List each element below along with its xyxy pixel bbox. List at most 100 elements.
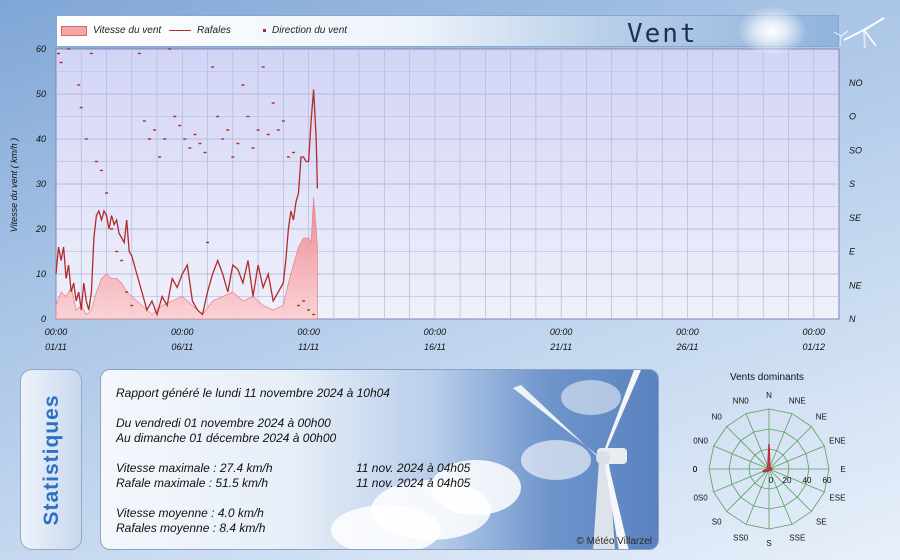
direction-marker (193, 133, 197, 136)
direction-marker (147, 138, 151, 140)
y2-tick-label: N (849, 314, 856, 324)
max-gust: Rafale maximale : 51.5 km/h (116, 476, 269, 490)
direction-marker (178, 124, 182, 127)
rose-ring-label: 60 (823, 476, 832, 485)
avg-speed: Vitesse moyenne : 4.0 km/h (116, 506, 264, 520)
rose-direction-label: 0S0 (693, 493, 708, 502)
rose-direction-label: N (766, 391, 772, 400)
x-tick-date: 01/11 (45, 342, 67, 352)
direction-swatch (263, 29, 266, 32)
direction-marker (211, 66, 215, 68)
direction-marker (216, 115, 220, 118)
x-tick-date: 06/11 (171, 342, 193, 352)
direction-marker (120, 259, 124, 262)
max-speed-date: 11 nov. 2024 à 04h05 (356, 461, 471, 475)
y-tick-label: 50 (36, 89, 46, 99)
direction-marker (158, 156, 162, 158)
direction-marker (226, 129, 230, 131)
speed-swatch (61, 25, 87, 36)
period-end: Au dimanche 01 décembre 2024 à 00h00 (116, 431, 337, 445)
direction-marker (130, 304, 134, 307)
direction-marker (302, 300, 306, 302)
y-tick-label: 0 (41, 314, 46, 324)
rose-spoke (726, 426, 770, 470)
rose-direction-label: NE (816, 413, 827, 422)
statistics-tab: Statistiques (20, 369, 82, 550)
chart-header: Vitesse du vent Rafales Direction du ven… (56, 6, 885, 56)
rose-direction-label: NNE (789, 397, 806, 406)
direction-marker (307, 309, 311, 311)
rose-ring-label: 20 (783, 476, 792, 485)
rose-series (762, 443, 774, 473)
y2-tick-label: S (849, 179, 855, 189)
y2-tick-label: NO (849, 78, 863, 88)
rose-west-label: 0 (693, 465, 698, 474)
direction-marker (125, 291, 129, 293)
direction-marker (163, 138, 167, 140)
direction-marker (198, 142, 202, 145)
direction-marker (251, 147, 255, 149)
x-tick-time: 00:00 (802, 327, 825, 337)
x-tick-time: 00:00 (45, 327, 68, 337)
rose-direction-label: NN0 (733, 397, 750, 406)
direction-marker (173, 115, 177, 118)
direction-marker (261, 66, 265, 68)
y-tick-label: 20 (35, 224, 46, 234)
direction-marker (99, 169, 103, 172)
direction-marker (115, 250, 119, 253)
x-tick-time: 00:00 (550, 327, 573, 337)
y2-tick-label: O (849, 112, 856, 122)
y2-tick-label: SE (849, 213, 862, 223)
y2-tick-label: E (849, 247, 856, 257)
wind-rose-title: Vents dominants (730, 372, 804, 383)
report-panel: Rapport généré le lundi 11 novembre 2024… (100, 369, 659, 550)
direction-marker (241, 84, 245, 86)
x-tick-date: 26/11 (676, 342, 699, 352)
legend-speed: Vitesse du vent (61, 25, 161, 36)
sun-glow-decoration (737, 6, 807, 56)
direction-marker (231, 156, 235, 158)
direction-marker (168, 48, 172, 50)
direction-marker (312, 313, 316, 316)
direction-marker (281, 120, 285, 122)
direction-marker (67, 48, 71, 50)
x-tick-date: 21/11 (549, 342, 572, 352)
direction-marker (89, 52, 93, 55)
rose-spoke (726, 468, 770, 512)
x-tick-time: 00:00 (171, 327, 194, 337)
gust-swatch (169, 30, 191, 31)
x-tick-date: 01/12 (802, 342, 825, 352)
rose-direction-label: ENE (829, 437, 845, 446)
direction-marker (110, 228, 114, 230)
report-generated: Rapport généré le lundi 11 novembre 2024… (116, 386, 390, 400)
max-speed: Vitesse maximale : 27.4 km/h (116, 461, 273, 475)
direction-marker (79, 106, 83, 109)
statistics-tab-label: Statistiques (40, 393, 64, 526)
direction-marker (142, 120, 146, 122)
rose-direction-label: S (766, 539, 771, 548)
legend-direction: Direction du vent (263, 25, 347, 36)
wind-rose: N NNE NE ENE E ESE SE SSE S SS0 S0 0S0 0 0N0 N0 NN0 20 40… (693, 391, 846, 548)
direction-marker (84, 138, 88, 140)
y-axis-label: Vitesse du vent ( km/h ) (9, 138, 19, 232)
rose-direction-label: SS0 (733, 533, 749, 542)
x-tick-time: 00:00 (424, 327, 447, 337)
direction-marker (271, 102, 275, 104)
rose-direction-label: N0 (712, 413, 723, 422)
legend-gust: Rafales (169, 25, 231, 36)
rose-direction-label: ESE (829, 493, 845, 502)
rose-direction-label: SSE (789, 533, 805, 542)
x-tick-time: 00:00 (297, 327, 320, 337)
direction-marker (266, 133, 270, 136)
direction-marker (203, 151, 207, 154)
direction-marker (296, 304, 300, 307)
rose-direction-label: S0 (712, 517, 722, 526)
rose-spoke (768, 426, 812, 470)
direction-marker (276, 129, 280, 131)
direction-marker (236, 142, 240, 145)
y2-tick-label: SO (849, 145, 862, 155)
copyright: © Météo Villarzel (576, 536, 652, 547)
y-tick-label: 40 (36, 134, 46, 144)
direction-marker (94, 160, 98, 163)
cloud-decoration (331, 505, 441, 549)
